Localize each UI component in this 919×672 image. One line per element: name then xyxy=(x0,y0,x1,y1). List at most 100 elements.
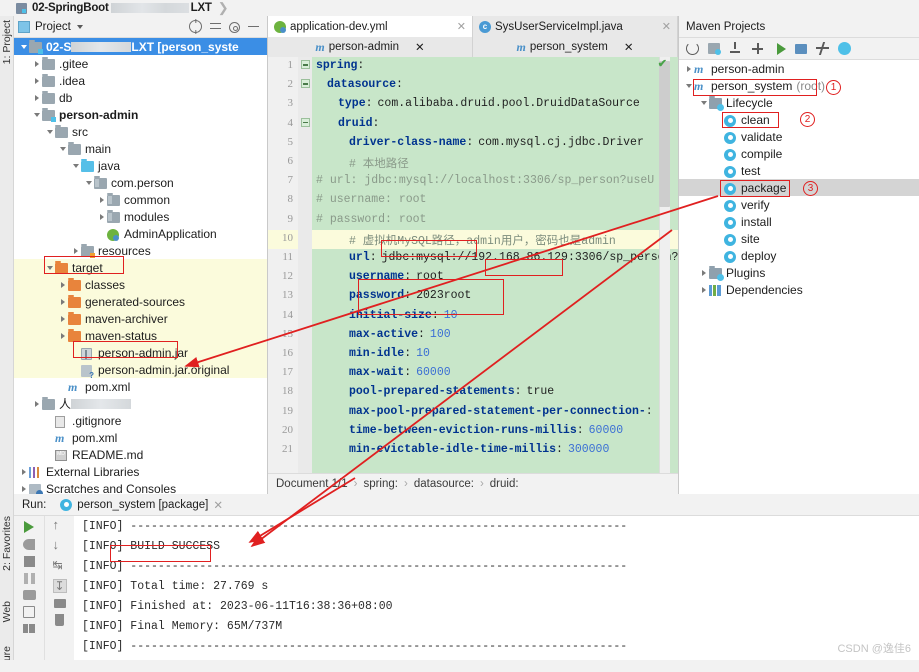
console-output[interactable]: [INFO] ---------------------------------… xyxy=(74,516,919,672)
editor-tabs-row-1[interactable]: application-dev.yml ✕ c SysUserServiceImpl.… xyxy=(268,16,678,37)
close-icon[interactable]: ✕ xyxy=(451,20,466,33)
editor-subtab[interactable]: m person-admin ✕ xyxy=(268,37,473,57)
project-tree-item[interactable]: main xyxy=(14,140,267,157)
project-tree-item[interactable]: classes xyxy=(14,276,267,293)
chevron-down-icon[interactable] xyxy=(31,112,42,117)
chevron-right-icon[interactable] xyxy=(698,286,709,293)
project-tree-item[interactable]: com.person xyxy=(14,174,267,191)
project-tree-item[interactable]: m pom.xml xyxy=(14,429,267,446)
collapse-all-icon[interactable] xyxy=(209,20,222,33)
project-tree-item[interactable]: maven-status xyxy=(14,327,267,344)
execute-goal-icon[interactable] xyxy=(795,43,807,54)
code-line[interactable]: max-wait: 60000 xyxy=(349,366,451,379)
project-tree-item[interactable]: .gitignore xyxy=(14,412,267,429)
maven-tree-item[interactable]: Plugins xyxy=(679,264,919,281)
sidebar-item-web[interactable]: Web xyxy=(1,601,13,622)
editor-tabs-row-2[interactable]: m person-admin ✕ m person_system ✕ xyxy=(268,37,678,57)
screenshot-icon[interactable] xyxy=(22,590,36,600)
chevron-right-icon[interactable] xyxy=(31,94,42,101)
chevron-right-icon[interactable] xyxy=(70,247,81,254)
chevron-right-icon[interactable] xyxy=(31,60,42,67)
add-maven-project-icon[interactable] xyxy=(708,43,721,55)
maven-tree-item[interactable]: package xyxy=(679,179,919,196)
maven-tree-item[interactable]: test xyxy=(679,162,919,179)
stop-icon[interactable] xyxy=(23,556,35,567)
close-icon[interactable]: ✕ xyxy=(656,20,671,33)
code-line[interactable]: max-pool-prepared-statement-per-connecti… xyxy=(349,405,653,418)
project-tree-item[interactable]: generated-sources xyxy=(14,293,267,310)
maven-tree-item[interactable]: m person-admin xyxy=(679,60,919,77)
maven-tree-item[interactable]: deploy xyxy=(679,247,919,264)
code-line[interactable]: druid: xyxy=(338,117,379,130)
download-sources-icon[interactable] xyxy=(729,42,742,55)
toggle-offline-icon[interactable] xyxy=(838,42,851,55)
scroll-down-icon[interactable]: ↓ xyxy=(53,538,67,553)
maven-tree-item[interactable]: site xyxy=(679,230,919,247)
pause-icon[interactable] xyxy=(23,573,35,584)
chevron-down-icon[interactable] xyxy=(698,100,709,105)
code-line[interactable]: max-active: 100 xyxy=(349,328,451,341)
code-line[interactable]: time-between-eviction-runs-millis: 60000 xyxy=(349,424,623,437)
project-tree-item[interactable]: 02-S LXT [person_syste xyxy=(14,38,267,55)
code-line[interactable]: min-idle: 10 xyxy=(349,347,430,360)
rerun-icon[interactable] xyxy=(24,521,34,533)
code-line[interactable]: password: 2023root xyxy=(349,289,471,302)
run-icon[interactable] xyxy=(777,42,786,55)
project-tree-item[interactable]: person-admin.jar xyxy=(14,344,267,361)
chevron-down-icon[interactable] xyxy=(83,180,94,185)
breadcrumb-item[interactable]: Document 1/1 xyxy=(276,478,348,490)
fold-column[interactable] xyxy=(298,57,312,473)
chevron-right-icon[interactable] xyxy=(57,332,68,339)
run-toolbar-right[interactable]: ↑ ↓ ↹ ↧ xyxy=(44,516,74,672)
project-tree-item[interactable]: modules xyxy=(14,208,267,225)
close-icon[interactable]: ✕ xyxy=(415,40,425,54)
target-icon[interactable] xyxy=(189,20,202,33)
project-tree-item[interactable]: resources xyxy=(14,242,267,259)
project-tree-item[interactable]: AdminApplication xyxy=(14,225,267,242)
refresh-icon[interactable] xyxy=(686,42,699,55)
chevron-right-icon[interactable] xyxy=(18,468,29,475)
fold-marker[interactable] xyxy=(301,79,310,89)
breadcrumb[interactable]: Document 1/1 › spring: › datasource: › druid: xyxy=(268,473,678,494)
maven-tree-item[interactable]: Dependencies xyxy=(679,281,919,298)
sidebar-item-favorites[interactable]: 2: Favorites xyxy=(1,516,13,571)
project-tree-item[interactable]: java xyxy=(14,157,267,174)
run-toolbar-left[interactable] xyxy=(14,516,44,672)
project-tree-item[interactable]: .gitee xyxy=(14,55,267,72)
chevron-down-icon[interactable] xyxy=(57,146,68,151)
export-icon[interactable] xyxy=(23,606,35,618)
minimize-icon[interactable] xyxy=(247,20,260,33)
maven-tree-item[interactable]: m person_system (root) xyxy=(679,77,919,94)
code-line[interactable]: min-evictable-idle-time-millis: 300000 xyxy=(349,443,609,456)
inspection-ok-icon[interactable]: ✔ xyxy=(658,57,667,70)
chevron-right-icon[interactable] xyxy=(31,400,42,407)
code-line[interactable]: pool-prepared-statements: true xyxy=(349,385,554,398)
breadcrumb-item[interactable]: druid: xyxy=(490,478,519,490)
code-line[interactable]: # 虚拟机MySQL路径，admin用户，密码也是admin xyxy=(349,232,616,248)
code-line[interactable]: # url: jdbc:mysql://localhost:3306/sp_pe… xyxy=(316,174,654,187)
chevron-right-icon[interactable] xyxy=(683,65,694,72)
project-tree-item[interactable]: External Libraries xyxy=(14,463,267,480)
maven-toolbar[interactable] xyxy=(679,38,919,60)
project-tree-item[interactable]: maven-archiver xyxy=(14,310,267,327)
chevron-down-icon[interactable] xyxy=(70,163,81,168)
sidebar-item-project[interactable]: 1: Project xyxy=(1,20,13,64)
project-tree-item[interactable]: person-admin.jar.original xyxy=(14,361,267,380)
close-icon[interactable]: ✕ xyxy=(624,40,634,54)
project-tree-item[interactable]: Scratches and Consoles xyxy=(14,480,267,494)
gear-icon[interactable] xyxy=(229,21,240,33)
chevron-down-icon[interactable] xyxy=(76,24,83,29)
project-tree-item[interactable]: MD README.md xyxy=(14,446,267,463)
code-line[interactable]: # username: root xyxy=(316,193,426,206)
project-tree-item[interactable]: 人 xyxy=(14,395,267,412)
chevron-right-icon[interactable] xyxy=(698,269,709,276)
code-line[interactable]: driver-class-name: com.mysql.cj.jdbc.Driv… xyxy=(349,136,644,149)
scroll-to-end-icon[interactable]: ↧ xyxy=(52,579,67,593)
project-tree-item[interactable]: db xyxy=(14,89,267,106)
code-line[interactable]: initial-size: 10 xyxy=(349,309,458,322)
editor-tab[interactable]: application-dev.yml ✕ xyxy=(268,16,473,37)
code-line[interactable]: datasource: xyxy=(327,78,403,91)
code-line[interactable]: spring: xyxy=(316,59,364,72)
chevron-right-icon[interactable] xyxy=(57,298,68,305)
code-lines[interactable]: spring: datasource: type: com.alibaba.druid… xyxy=(312,57,678,473)
